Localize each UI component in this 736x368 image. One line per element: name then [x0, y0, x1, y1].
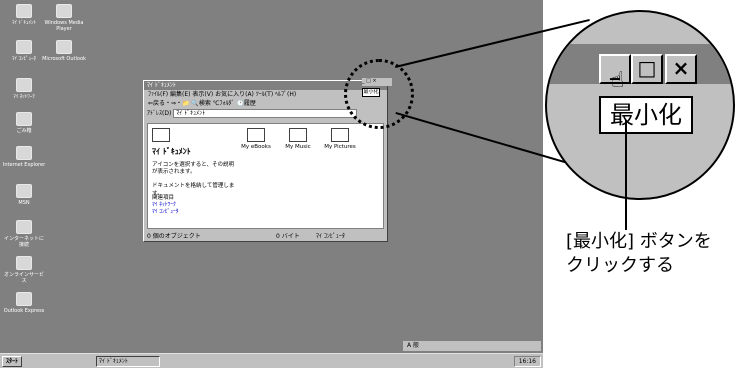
desktop-icon-label: Microsoft Outlook — [42, 56, 86, 62]
folder-label: My eBooks — [241, 144, 271, 150]
folder-my-music[interactable]: My Music — [278, 128, 318, 150]
desktop-icon-recycle-bin[interactable]: ごみ箱 — [2, 112, 46, 134]
folder-content: ﾏｲ ﾄﾞｷｭﾒﾝﾄ アイコンを選択すると、その説明が表示されます。 ドキュメン… — [147, 123, 384, 229]
folder-icon — [152, 128, 170, 142]
folder-icon — [247, 128, 265, 142]
content-heading: ﾏｲ ﾄﾞｷｭﾒﾝﾄ — [152, 147, 191, 156]
desktop-icon-my-documents[interactable]: ﾏｲ ﾄﾞｷｭﾒﾝﾄ — [2, 4, 46, 26]
desktop-icon-label: オンラインサービス — [3, 272, 44, 284]
highlight-circle — [344, 59, 414, 129]
maximize-button[interactable]: □ — [631, 54, 663, 84]
minimize-tooltip: 最小化 — [599, 96, 693, 134]
media-player-icon — [56, 4, 72, 18]
desktop-icon-ie[interactable]: Internet Explorer — [2, 146, 46, 168]
desktop-icon-online-services[interactable]: オンラインサービス — [2, 256, 46, 284]
desktop-icon-outlook-express[interactable]: Outlook Express — [2, 292, 46, 314]
address-label: ｱﾄﾞﾚｽ(D) — [147, 110, 172, 117]
computer-icon — [16, 40, 32, 54]
clock: 16:16 — [513, 356, 541, 367]
desktop-icon-my-computer[interactable]: ﾏｲ ｺﾝﾋﾟｭｰﾀ — [2, 40, 46, 62]
taskbar: ｽﾀｰﾄ ﾏｲ ﾄﾞｷｭﾒﾝﾄ 16:16 — [0, 353, 543, 368]
desktop-icon-label: ごみ箱 — [16, 128, 32, 134]
desktop-icon-label: MSN — [18, 200, 30, 206]
folder-my-ebooks[interactable]: My eBooks — [236, 128, 276, 150]
outlook-express-icon — [16, 292, 32, 306]
connect-icon — [16, 220, 32, 234]
ime-bar[interactable]: A 般 — [403, 341, 541, 351]
desktop-icon-label: ﾏｲ ﾄﾞｷｭﾒﾝﾄ — [11, 20, 37, 26]
taskbar-button-my-documents[interactable]: ﾏｲ ﾄﾞｷｭﾒﾝﾄ — [96, 356, 160, 367]
desktop-icon-label: インターネットに接続 — [3, 236, 44, 248]
folder-label: My Music — [285, 144, 311, 150]
status-location: ﾏｲ ｺﾝﾋﾟｭｰﾀ — [316, 233, 345, 240]
desktop-icon-label: ﾏｲ ｺﾝﾋﾟｭｰﾀ — [11, 56, 37, 62]
desktop-icon-connect[interactable]: インターネットに接続 — [2, 220, 46, 248]
recycle-bin-icon — [16, 112, 32, 126]
desktop-icon-label: Windows Media Player — [44, 20, 84, 32]
status-bar: 0 個のオブジェクト 0 バイト ﾏｲ ｺﾝﾋﾟｭｰﾀ — [144, 232, 387, 241]
outlook-icon — [56, 40, 72, 54]
desktop-icon-label: Internet Explorer — [2, 162, 46, 168]
start-button[interactable]: ｽﾀｰﾄ — [2, 356, 23, 367]
desktop-icon-my-network[interactable]: ﾏｲ ﾈｯﾄﾜｰｸ — [2, 78, 46, 100]
caption-line-1: [最小化] ボタンを — [566, 231, 712, 252]
folder-label: My Pictures — [324, 144, 356, 150]
folder-icon — [16, 4, 32, 18]
leader-line — [625, 120, 627, 230]
instruction-caption: [最小化] ボタンを クリックする — [566, 230, 712, 278]
content-description: アイコンを選択すると、その説明が表示されます。 — [152, 162, 235, 175]
folder-icon — [16, 256, 32, 270]
related-link[interactable]: ﾏｲ ｺﾝﾋﾟｭｰﾀ — [152, 207, 179, 215]
zoom-circle: _ □ × 最小化 ☝ — [545, 10, 735, 200]
network-icon — [16, 78, 32, 92]
folder-icon — [289, 128, 307, 142]
desktop-icon-label: ﾏｲ ﾈｯﾄﾜｰｸ — [13, 94, 35, 100]
ie-icon — [16, 146, 32, 160]
desktop-icon-media-player[interactable]: Windows Media Player — [42, 4, 86, 32]
desktop-icon-msn[interactable]: MSN — [2, 184, 46, 206]
folder-icon — [331, 128, 349, 142]
status-objects: 0 個のオブジェクト — [147, 233, 201, 240]
status-size: 0 バイト — [276, 233, 300, 240]
caption-line-2: クリックする — [566, 255, 674, 276]
close-button[interactable]: × — [665, 54, 697, 84]
msn-icon — [16, 184, 32, 198]
hand-cursor-icon: ☝ — [611, 68, 625, 93]
folder-my-pictures[interactable]: My Pictures — [320, 128, 360, 150]
desktop-icon-outlook[interactable]: Microsoft Outlook — [42, 40, 86, 62]
desktop-icon-label: Outlook Express — [3, 308, 45, 314]
address-input[interactable]: ﾏｲ ﾄﾞｷｭﾒﾝﾄ — [173, 109, 358, 118]
